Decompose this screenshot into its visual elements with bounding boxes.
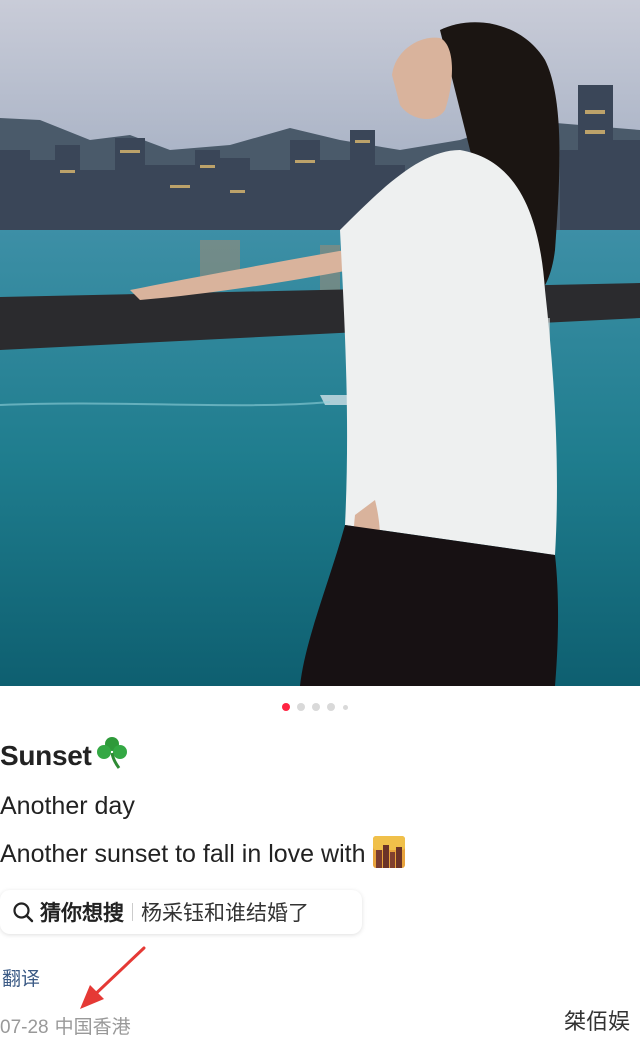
post-date: 07-28: [0, 1017, 49, 1038]
search-keyword: 猜你想搜: [40, 902, 124, 925]
carousel-dot[interactable]: [297, 703, 305, 711]
carousel-dot[interactable]: [327, 703, 335, 711]
watermark: 桀佰娱: [563, 1009, 630, 1034]
shamrock-icon: [94, 735, 130, 776]
search-suggestion-pill[interactable]: 猜你想搜 杨采钰和谁结婚了: [0, 890, 362, 934]
post-meta: 07-28 中国香港: [0, 1012, 131, 1039]
post-body-line: Another day: [0, 792, 135, 820]
carousel-dot[interactable]: [312, 703, 320, 711]
search-icon: [12, 901, 34, 923]
post-title-text: Sunset: [0, 740, 92, 771]
divider: [132, 903, 133, 921]
translate-link[interactable]: 翻译: [2, 964, 40, 991]
post-body-line: Another sunset to fall in love with: [0, 836, 406, 875]
post-body-text: Another sunset to fall in love with: [0, 840, 366, 868]
search-suggestion-text: 杨采钰和谁结婚了: [141, 902, 309, 925]
city-sunset-icon: [373, 836, 406, 875]
carousel-indicator[interactable]: [0, 703, 640, 713]
annotation-arrow-icon: [80, 946, 146, 1009]
carousel-dot[interactable]: [343, 705, 348, 710]
carousel-dot-active[interactable]: [282, 703, 290, 711]
post-title: Sunset: [0, 735, 130, 776]
post-photo[interactable]: [0, 0, 640, 686]
post-location: 中国香港: [54, 1017, 131, 1038]
